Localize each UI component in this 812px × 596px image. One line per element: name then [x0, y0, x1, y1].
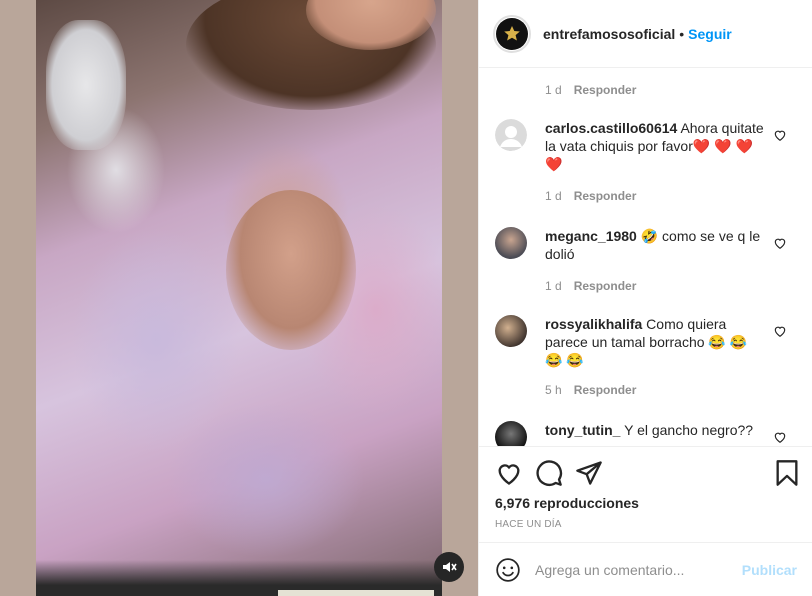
reply-button[interactable]: Responder	[574, 189, 637, 203]
skin-image	[226, 190, 356, 350]
view-count[interactable]: 6,976 reproducciones	[495, 495, 639, 511]
publish-button[interactable]: Publicar	[742, 562, 797, 578]
avatar[interactable]	[495, 119, 527, 151]
post-actions: 6,976 reproducciones HACE UN DÍA	[479, 446, 812, 542]
video-sticker	[278, 590, 434, 596]
comment-meta: 1 d Responder	[545, 189, 636, 203]
bookmark-icon[interactable]	[773, 459, 801, 487]
follow-button[interactable]: Seguir	[688, 26, 732, 42]
heart-icon[interactable]	[773, 236, 787, 250]
comment-time: 1 d	[545, 83, 562, 97]
comment-input[interactable]	[535, 561, 735, 578]
default-avatar-icon	[495, 119, 527, 151]
comment-body: carlos.castillo60614 Ahora quitate la va…	[545, 119, 767, 173]
post-timestamp[interactable]: HACE UN DÍA	[495, 519, 562, 530]
heart-icon[interactable]	[773, 324, 787, 338]
speaker-muted-icon	[443, 562, 457, 572]
account-username[interactable]: entrefamososoficial	[543, 26, 675, 42]
plush-toy-image	[46, 20, 126, 150]
post-panel: entrefamososoficial • Seguir 1 d Respond…	[478, 0, 812, 596]
comment-username[interactable]: rossyalikhalifa	[545, 316, 642, 332]
comment-text: Y el gancho negro??	[624, 422, 754, 438]
reply-button[interactable]: Responder	[574, 383, 637, 397]
post-media[interactable]	[0, 0, 478, 596]
comment-meta: 1 d Responder	[545, 83, 636, 97]
reply-button[interactable]: Responder	[574, 83, 637, 97]
heart-icon[interactable]	[773, 128, 787, 142]
avatar[interactable]	[495, 421, 527, 446]
mute-button[interactable]	[434, 552, 464, 582]
comment-username[interactable]: carlos.castillo60614	[545, 120, 677, 136]
comment-time: 5 h	[545, 383, 562, 397]
avatar[interactable]	[495, 227, 527, 259]
heart-icon[interactable]	[773, 430, 787, 444]
comment-bubble-icon[interactable]	[535, 459, 563, 487]
comment-username[interactable]: meganc_1980	[545, 228, 637, 244]
post-header: entrefamososoficial • Seguir	[479, 0, 812, 68]
smiley-icon[interactable]	[495, 557, 521, 583]
comment-body: meganc_1980 🤣 como se ve q le dolió	[545, 227, 767, 263]
star-logo-icon	[504, 25, 520, 40]
comment-time: 1 d	[545, 279, 562, 293]
video-player[interactable]	[36, 0, 442, 596]
comment-body: rossyalikhalifa Como quiera parece un ta…	[545, 315, 767, 369]
comment-username[interactable]: tony_tutin_	[545, 422, 620, 438]
account-avatar[interactable]	[493, 14, 531, 53]
comment-meta: 5 h Responder	[545, 383, 636, 397]
paper-plane-icon[interactable]	[575, 459, 603, 487]
comment-composer: Publicar	[479, 542, 812, 596]
comment-body: tony_tutin_ Y el gancho negro??	[545, 421, 767, 439]
comment-meta: 1 d Responder	[545, 279, 636, 293]
comment-time: 1 d	[545, 189, 562, 203]
reply-button[interactable]: Responder	[574, 279, 637, 293]
avatar[interactable]	[495, 315, 527, 347]
heart-icon[interactable]	[495, 459, 523, 487]
comments-list[interactable]: 1 d Responder carlos.castillo60614 Ahora…	[479, 69, 812, 446]
header-separator: •	[679, 25, 685, 42]
